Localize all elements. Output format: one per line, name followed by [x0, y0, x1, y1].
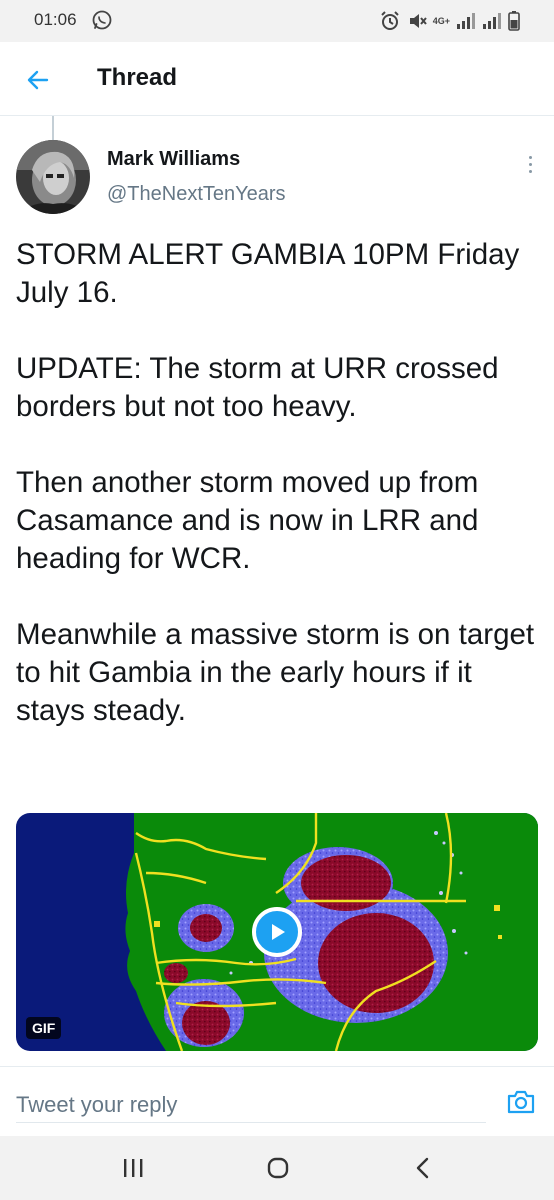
author-handle[interactable]: @TheNextTenYears	[107, 183, 286, 206]
arrow-left-icon	[27, 70, 49, 90]
whatsapp-icon	[92, 10, 112, 30]
page-title: Thread	[97, 64, 178, 91]
status-icons: 4G+	[379, 9, 520, 33]
avatar[interactable]	[16, 140, 90, 214]
signal-icon-2	[483, 13, 501, 29]
battery-icon	[508, 11, 520, 31]
mute-icon	[409, 14, 427, 28]
tweet-paragraph: STORM ALERT GAMBIA 10PM Friday July 16.	[16, 238, 520, 309]
more-options-button[interactable]	[520, 150, 540, 178]
author-name[interactable]: Mark Williams	[107, 148, 240, 171]
avatar-image	[16, 140, 90, 214]
system-nav-bar	[0, 1136, 554, 1200]
tweet-paragraph: Meanwhile a massive storm is on target t…	[16, 618, 535, 727]
tweet-text: STORM ALERT GAMBIA 10PM Friday July 16. …	[16, 236, 546, 768]
play-icon	[272, 924, 285, 940]
play-button[interactable]	[252, 907, 302, 957]
app-header: Thread	[0, 42, 554, 116]
status-time: 01:06	[34, 10, 77, 29]
system-back-button[interactable]	[408, 1154, 438, 1182]
more-dot-icon	[528, 169, 532, 173]
more-dot-icon	[528, 155, 532, 159]
recent-apps-button[interactable]	[118, 1154, 148, 1182]
tweet-paragraph: UPDATE: The storm at URR crossed borders…	[16, 352, 499, 423]
camera-button[interactable]	[506, 1087, 536, 1117]
more-dot-icon	[528, 162, 532, 166]
recent-apps-icon	[124, 1159, 143, 1177]
thread-line	[52, 116, 54, 140]
status-bar: 01:06 4G+	[0, 0, 554, 42]
alarm-icon	[381, 11, 399, 30]
reply-bar	[0, 1066, 554, 1136]
tweet-paragraph: Then another storm moved up from Casaman…	[16, 466, 479, 575]
back-button[interactable]	[18, 60, 58, 100]
home-button[interactable]	[263, 1154, 293, 1182]
reply-input[interactable]	[16, 1087, 486, 1123]
back-icon	[416, 1157, 429, 1179]
camera-icon	[507, 1090, 535, 1114]
network-type: 4G+	[432, 16, 450, 26]
home-icon	[267, 1157, 289, 1179]
gif-badge: GIF	[26, 1017, 62, 1039]
signal-icon	[457, 13, 475, 29]
tweet-media-gif[interactable]: GIF	[16, 813, 538, 1051]
